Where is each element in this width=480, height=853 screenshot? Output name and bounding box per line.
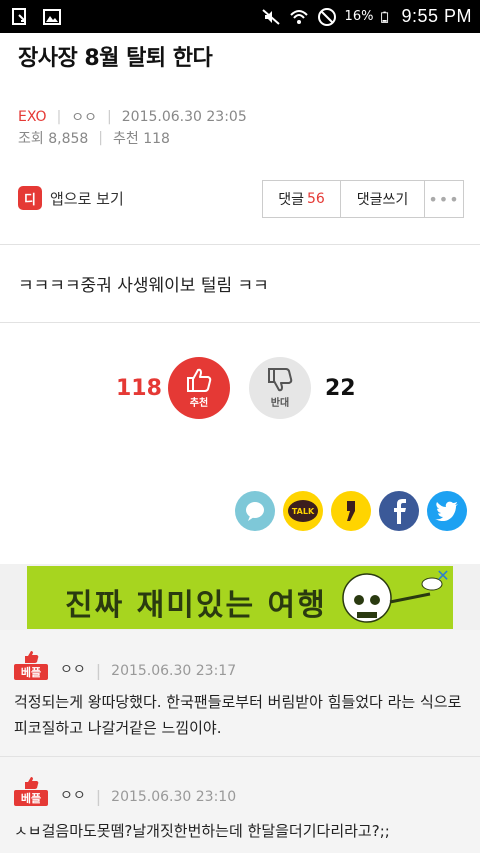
status-bar: 16% 9:55 PM bbox=[0, 0, 480, 33]
article-date: 2015.06.30 23:05 bbox=[121, 109, 247, 125]
downvote-count: 22 bbox=[325, 376, 356, 401]
kakaotalk-icon: TALK bbox=[288, 500, 318, 522]
best-comment-badge: 베플 bbox=[14, 776, 48, 806]
twitter-icon bbox=[435, 501, 458, 521]
downvote-button[interactable]: 반대 bbox=[249, 357, 311, 419]
divider bbox=[0, 244, 480, 245]
article-meta-line-1: EXO | ㅇㅇ | 2015.06.30 23:05 bbox=[18, 107, 247, 127]
more-button[interactable]: ••• bbox=[425, 181, 463, 217]
thumbs-up-icon bbox=[25, 651, 39, 663]
downvote-label: 반대 bbox=[270, 398, 290, 409]
article-title: 장사장 8월 탈퇴 한다 bbox=[18, 46, 213, 71]
best-badge-label: 베플 bbox=[14, 790, 48, 806]
comment-author: ㅇㅇ bbox=[60, 788, 86, 804]
thumbs-up-icon bbox=[25, 777, 39, 789]
upvote-count: 118 bbox=[116, 376, 162, 401]
wifi-icon bbox=[289, 9, 308, 24]
separator: | bbox=[107, 109, 112, 125]
share-facebook-button[interactable] bbox=[379, 491, 419, 531]
best-comments: 베플 ㅇㅇ | 2015.06.30 23:17 걱정되는게 왕따당했다. 한국… bbox=[0, 630, 480, 853]
article-author: ㅇㅇ bbox=[71, 110, 98, 126]
divider bbox=[0, 756, 480, 757]
ad-close-icon[interactable]: ✕ bbox=[434, 566, 452, 585]
article-views: 조회 8,858 bbox=[18, 131, 89, 147]
battery-icon bbox=[381, 11, 389, 23]
article-meta-line-2: 조회 8,858 | 추천 118 bbox=[18, 128, 170, 148]
upvote-button[interactable]: 추천 bbox=[168, 357, 230, 419]
comment-author: ㅇㅇ bbox=[60, 662, 86, 678]
comments-button[interactable]: 댓글 56 bbox=[263, 181, 341, 217]
divider bbox=[0, 322, 480, 323]
best-comment-badge: 베플 bbox=[14, 650, 48, 680]
comment-header: 베플 ㅇㅇ | 2015.06.30 23:10 bbox=[14, 776, 236, 806]
skull-illustration-icon bbox=[342, 573, 443, 623]
comment-header: 베플 ㅇㅇ | 2015.06.30 23:17 bbox=[14, 650, 236, 680]
image-icon bbox=[43, 8, 61, 25]
app-logo-icon: 디 bbox=[18, 186, 42, 210]
more-icon: ••• bbox=[428, 189, 460, 209]
mute-icon bbox=[261, 8, 280, 25]
ad-text: 진짜 재미있는 여행 bbox=[65, 588, 327, 623]
kakaotalk-text: TALK bbox=[291, 506, 315, 516]
share-chat-button[interactable] bbox=[235, 491, 275, 531]
share-kakaotalk-button[interactable]: TALK bbox=[283, 491, 323, 531]
separator: | bbox=[95, 661, 102, 680]
write-comment-button[interactable]: 댓글쓰기 bbox=[341, 181, 425, 217]
clock: 9:55 PM bbox=[401, 6, 472, 26]
app-view-label: 앱으로 보기 bbox=[50, 189, 124, 208]
share-twitter-button[interactable] bbox=[427, 491, 467, 531]
comment-toolbar: 댓글 56 댓글쓰기 ••• bbox=[262, 180, 464, 218]
kakaostory-icon bbox=[347, 501, 355, 521]
comment-date: 2015.06.30 23:17 bbox=[111, 663, 237, 679]
board-name[interactable]: EXO bbox=[18, 109, 47, 125]
battery-percent: 16% bbox=[344, 9, 374, 24]
download-icon bbox=[12, 7, 26, 25]
thumbs-down-icon bbox=[268, 368, 293, 392]
separator: | bbox=[95, 787, 102, 806]
share-kakaostory-button[interactable] bbox=[331, 491, 371, 531]
comments-label: 댓글 bbox=[278, 192, 304, 208]
best-badge-label: 베플 bbox=[14, 664, 48, 680]
chat-bubble-icon bbox=[246, 502, 264, 521]
app-view-button[interactable]: 디 앱으로 보기 bbox=[18, 186, 124, 210]
comment-body: 걱정되는게 왕따당했다. 한국팬들로부터 버림받아 힘들었다 라는 식으로 피코… bbox=[14, 693, 462, 737]
comment-body: ㅅㅂ걸음마도못뗌?날개짓한번하는데 한달을더기다리라고?;; bbox=[14, 822, 390, 840]
separator: | bbox=[98, 130, 104, 146]
facebook-icon bbox=[394, 499, 406, 524]
write-comment-label: 댓글쓰기 bbox=[356, 192, 409, 208]
comment-date: 2015.06.30 23:10 bbox=[111, 789, 237, 805]
article-recommends: 추천 118 bbox=[113, 131, 170, 147]
blocked-icon bbox=[317, 7, 336, 26]
thumbs-up-icon bbox=[187, 368, 212, 392]
ad-banner[interactable]: 진짜 재미있는 여행 bbox=[27, 566, 453, 629]
comments-count: 56 bbox=[306, 191, 325, 207]
upvote-label: 추천 bbox=[189, 398, 209, 409]
separator: | bbox=[56, 109, 62, 125]
article-body: ㅋㅋㅋㅋ중궈 사생웨이보 털림 ㅋㅋ bbox=[18, 276, 269, 296]
